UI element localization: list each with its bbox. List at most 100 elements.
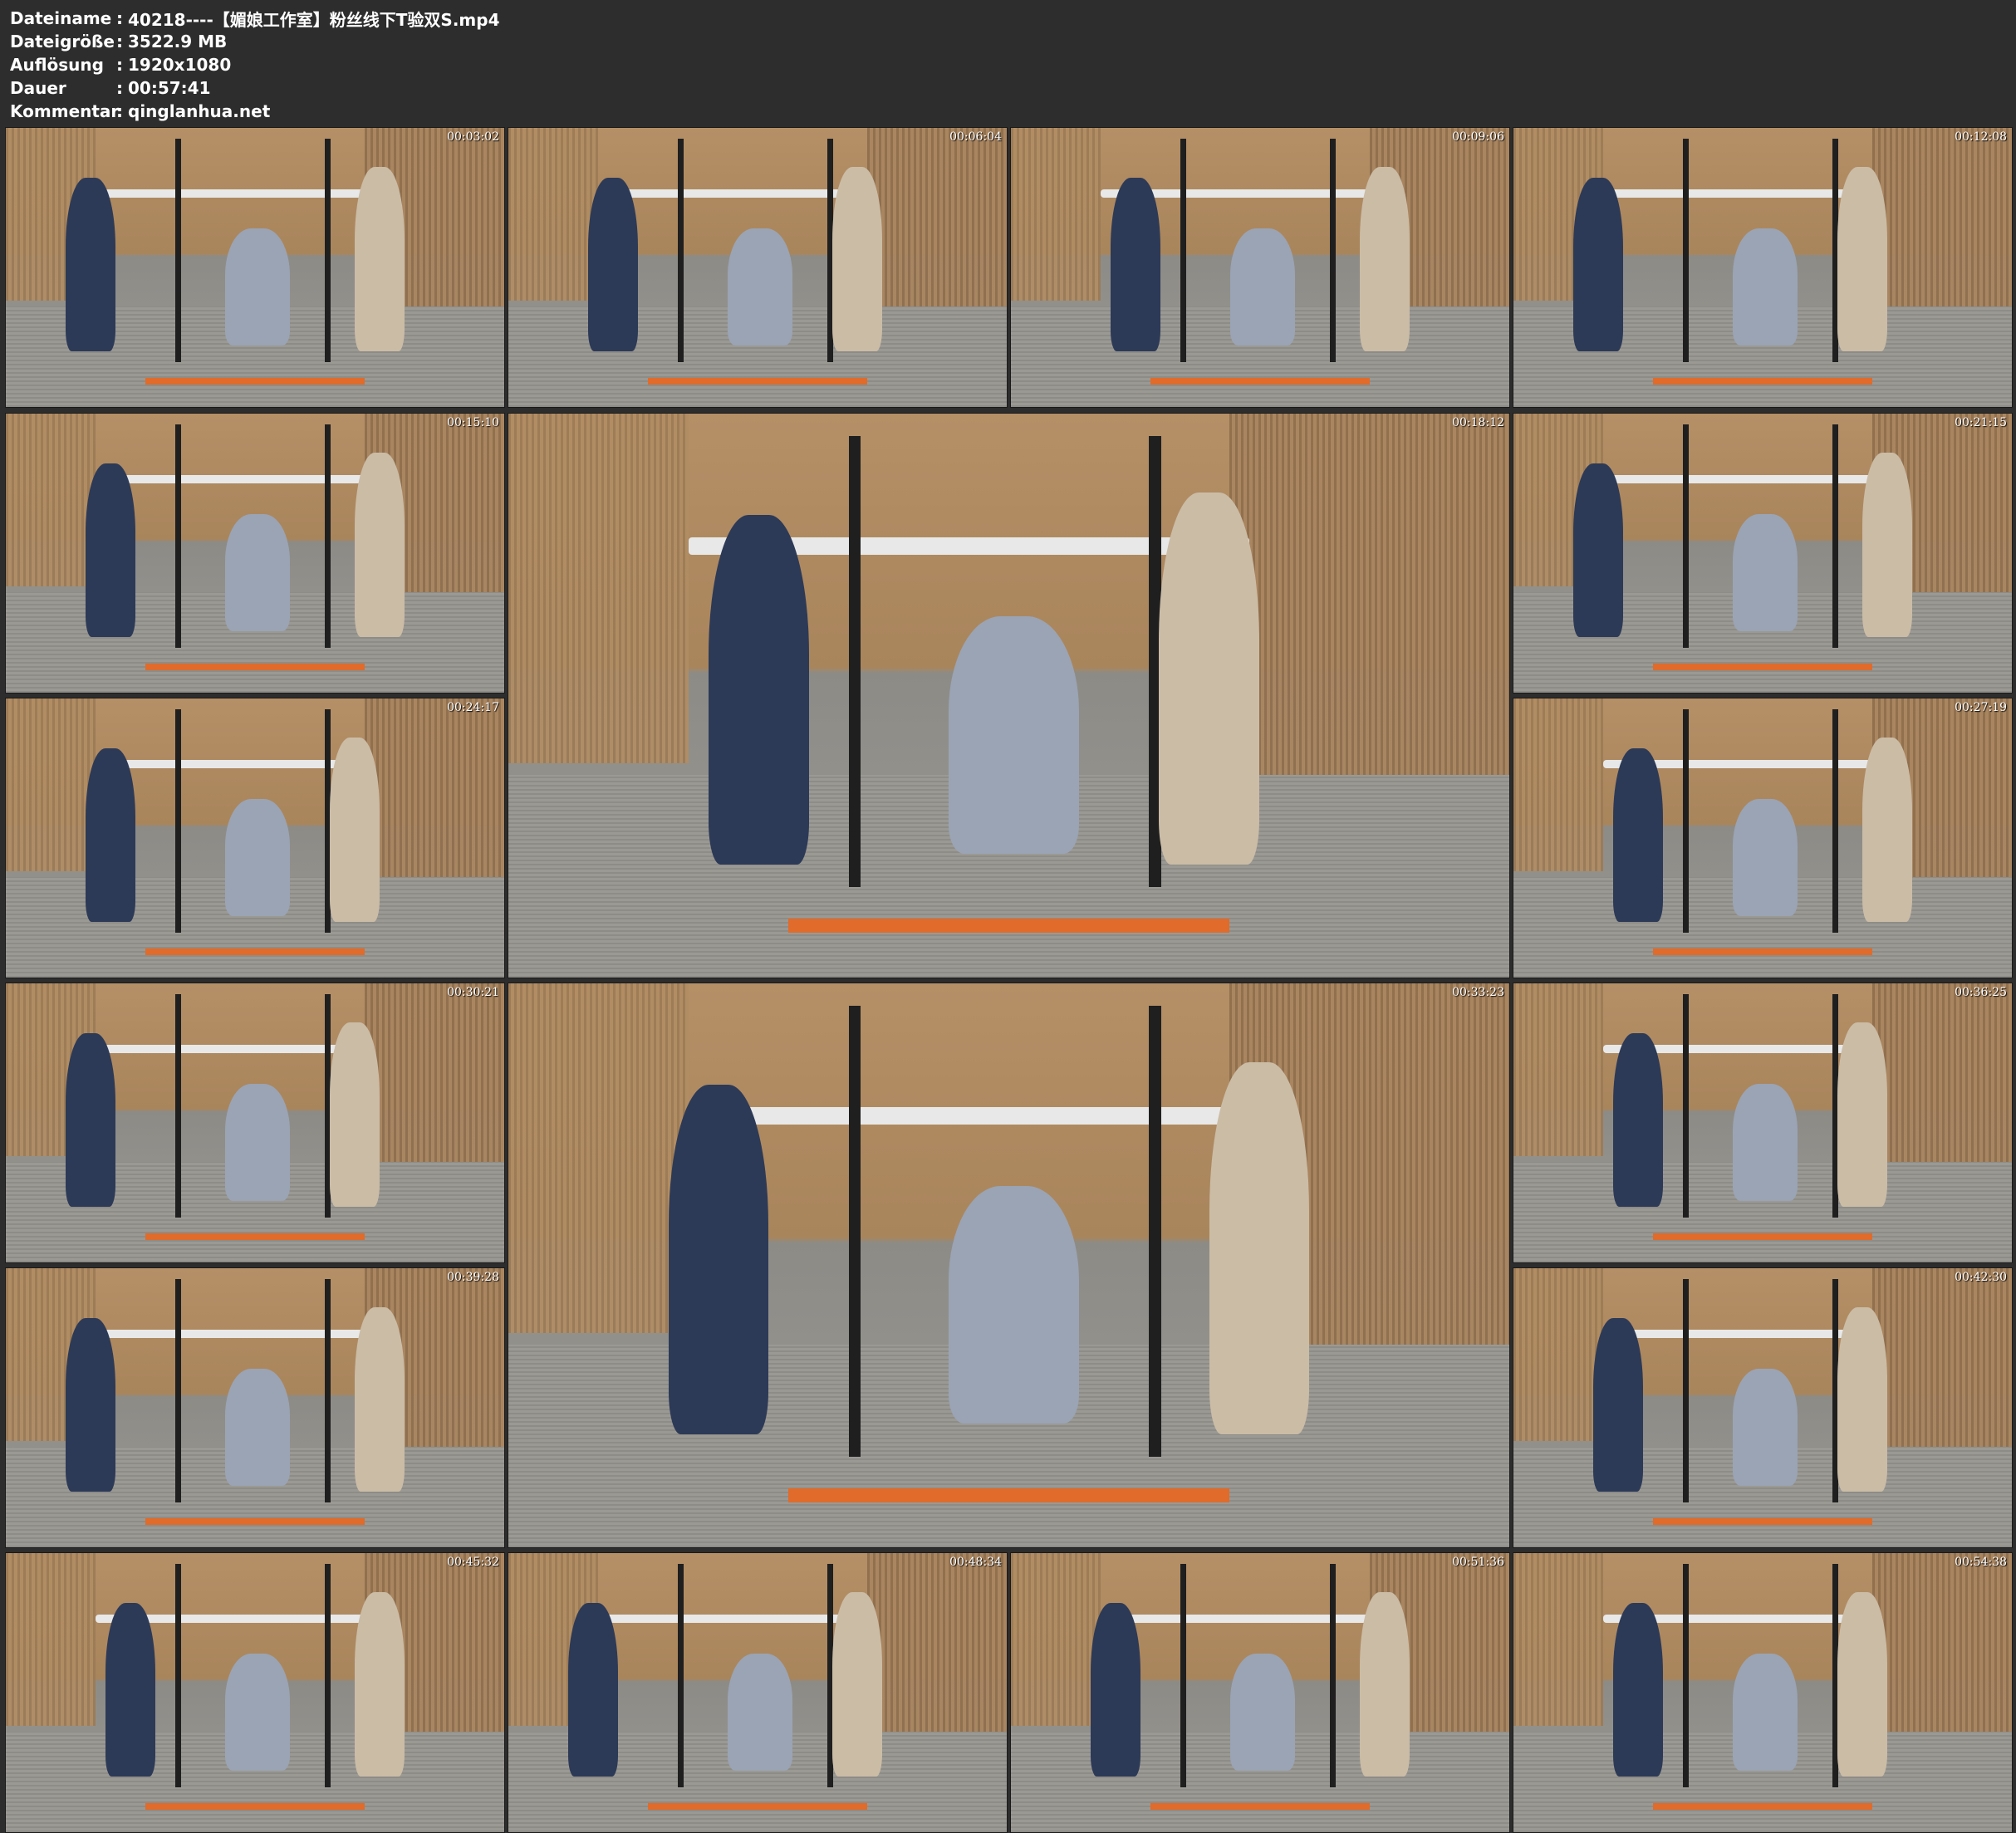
person-figure [1837, 1022, 1887, 1207]
crossbar [598, 189, 877, 198]
meta-separator: : [116, 8, 123, 28]
person-figure [355, 167, 405, 351]
frame-base [145, 1802, 365, 1811]
bamboo-blind-left [508, 983, 689, 1333]
person-figure [1837, 167, 1887, 351]
video-thumbnail[interactable]: 00:15:10 [5, 413, 505, 694]
meta-value: 00:57:41 [128, 78, 211, 98]
frame-pole-left [1683, 1279, 1690, 1503]
crossbar [1101, 1614, 1380, 1623]
thumbnail-timestamp: 00:27:19 [1955, 701, 2007, 714]
video-thumbnail[interactable]: 00:24:17 [5, 698, 505, 978]
person-figure [728, 228, 792, 346]
frame-pole-left [848, 436, 861, 888]
person-figure [1733, 1083, 1798, 1202]
person-figure [330, 1022, 380, 1207]
meta-separator: : [116, 78, 123, 98]
bamboo-blind-left [6, 698, 96, 872]
person-figure [355, 1307, 405, 1492]
video-thumbnail[interactable]: 00:21:15 [1513, 413, 2013, 694]
frame-base [145, 663, 365, 671]
video-thumbnail[interactable]: 00:30:21 [5, 983, 505, 1263]
video-thumbnail[interactable]: 00:03:02 [5, 127, 505, 408]
video-thumbnail[interactable]: 00:54:38 [1513, 1552, 2013, 1833]
person-figure [1862, 453, 1912, 637]
crossbar [598, 1614, 877, 1623]
person-figure [1111, 178, 1160, 351]
video-thumbnail[interactable]: 00:33:23 [508, 983, 1510, 1548]
person-figure [355, 1592, 405, 1777]
frame-base [1653, 1802, 1872, 1811]
video-thumbnail[interactable]: 00:12:08 [1513, 127, 2013, 408]
frame-base [648, 1802, 867, 1811]
frame-pole-left [1683, 709, 1690, 934]
frame-pole-left [175, 1564, 182, 1788]
bamboo-blind-left [1011, 128, 1101, 301]
crossbar [1603, 474, 1882, 483]
person-figure [1360, 1592, 1410, 1777]
bamboo-blind-left [1011, 1553, 1101, 1727]
person-figure [1613, 748, 1663, 922]
frame-pole-right [325, 139, 331, 363]
video-thumbnail[interactable]: 00:27:19 [1513, 698, 2013, 978]
frame-pole-right [1330, 139, 1337, 363]
crossbar [96, 1329, 375, 1338]
meta-value: 1920x1080 [128, 55, 232, 75]
video-thumbnail[interactable]: 00:48:34 [508, 1552, 1008, 1833]
person-figure [225, 1083, 290, 1202]
frame-base [145, 377, 365, 385]
person-figure [86, 748, 135, 922]
video-thumbnail[interactable]: 00:36:25 [1513, 983, 2013, 1263]
person-figure [1573, 463, 1623, 637]
frame-pole-left [1180, 139, 1187, 363]
video-thumbnail[interactable]: 00:42:30 [1513, 1267, 2013, 1548]
frame-base [145, 1233, 365, 1241]
video-thumbnail[interactable]: 00:39:28 [5, 1267, 505, 1548]
person-figure [709, 515, 809, 865]
person-figure [1159, 493, 1259, 865]
person-figure [588, 178, 638, 351]
meta-label: Dauer [10, 78, 66, 98]
crossbar [1603, 1329, 1882, 1338]
video-thumbnail[interactable]: 00:45:32 [5, 1552, 505, 1833]
frame-base [1150, 377, 1370, 385]
thumbnail-timestamp: 00:09:06 [1452, 130, 1504, 144]
frame-base [788, 918, 1229, 933]
video-thumbnail[interactable]: 00:51:36 [1010, 1552, 1510, 1833]
frame-base [145, 948, 365, 956]
thumbnail-timestamp: 00:18:12 [1452, 416, 1504, 429]
frame-pole-left [1683, 424, 1690, 649]
person-figure [1733, 1653, 1798, 1772]
meta-row-resolution: Auflösung : 1920x1080 [10, 53, 500, 76]
meta-row-filesize: Dateigröße : 3522.9 MB [10, 30, 500, 53]
bamboo-blind-left [6, 414, 96, 587]
thumbnail-timestamp: 00:03:02 [447, 130, 499, 144]
thumbnail-timestamp: 00:42:30 [1955, 1271, 2007, 1284]
frame-pole-left [175, 139, 182, 363]
frame-base [1653, 663, 1872, 671]
person-figure [1613, 1033, 1663, 1207]
meta-row-duration: Dauer : 00:57:41 [10, 76, 500, 100]
file-info-header: Dateiname : 40218----【媚娘工作室】粉丝线下T验双S.mp4… [10, 7, 500, 123]
thumbnail-timestamp: 00:54:38 [1955, 1556, 2007, 1569]
person-figure [832, 167, 882, 351]
person-figure [330, 738, 380, 922]
person-figure [225, 798, 290, 917]
video-thumbnail[interactable]: 00:18:12 [508, 413, 1510, 978]
frame-pole-right [325, 424, 331, 649]
crossbar [1603, 189, 1882, 198]
thumbnail-timestamp: 00:30:21 [447, 986, 499, 999]
frame-base [1150, 1802, 1370, 1811]
person-figure [1862, 738, 1912, 922]
person-figure [1837, 1592, 1887, 1777]
video-thumbnail[interactable]: 00:06:04 [508, 127, 1008, 408]
thumbnail-timestamp: 00:15:10 [447, 416, 499, 429]
meta-value: qinglanhua.net [128, 101, 271, 121]
person-figure [105, 1603, 155, 1777]
frame-base [1653, 1517, 1872, 1526]
video-thumbnail[interactable]: 00:09:06 [1010, 127, 1510, 408]
person-figure [66, 1318, 115, 1492]
meta-separator: : [116, 55, 123, 75]
meta-row-comment: Kommentar : qinglanhua.net [10, 100, 500, 123]
frame-base [1653, 1233, 1872, 1241]
